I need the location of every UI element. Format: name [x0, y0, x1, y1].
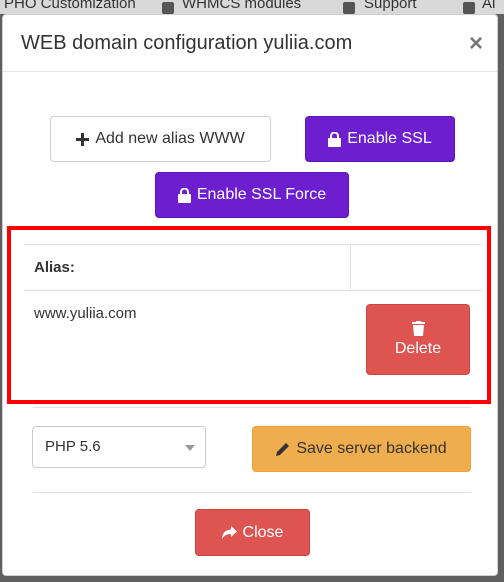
chevron-down-icon: [185, 445, 195, 451]
nav-item-customization[interactable]: PHO Customization: [4, 0, 136, 11]
add-alias-button[interactable]: Add new alias WWW: [50, 116, 271, 162]
add-alias-label: Add new alias WWW: [95, 130, 245, 147]
plus-icon: [76, 132, 90, 146]
lock-icon: [177, 187, 191, 203]
pencil-icon: [276, 443, 290, 456]
save-backend-label: Save server backend: [296, 440, 447, 457]
modal-title: WEB domain configuration yuliia.com: [21, 32, 353, 54]
support-icon: [343, 2, 355, 14]
highlight-box: [7, 226, 491, 404]
nav-item-support[interactable]: Support: [364, 0, 417, 11]
footer-divider: [33, 492, 471, 493]
page: PHO Customization WHMCS modules Support …: [0, 0, 504, 582]
enable-ssl-force-button[interactable]: Enable SSL Force: [155, 172, 349, 218]
php-version-select[interactable]: PHP 5.6: [32, 426, 206, 468]
module-icon: [162, 2, 174, 14]
close-icon[interactable]: ×: [469, 30, 483, 58]
nav-item-whmcs-modules[interactable]: WHMCS modules: [182, 0, 301, 11]
save-backend-button[interactable]: Save server backend: [252, 426, 471, 472]
enable-ssl-button[interactable]: Enable SSL: [305, 116, 455, 162]
modal-header: WEB domain configuration yuliia.com ×: [3, 15, 497, 72]
nav-item-more[interactable]: Al: [482, 0, 495, 11]
share-icon: [221, 526, 237, 539]
enable-ssl-label: Enable SSL: [347, 130, 432, 147]
lock-icon: [328, 131, 342, 147]
php-version-value: PHP 5.6: [45, 438, 101, 455]
enable-ssl-force-label: Enable SSL Force: [196, 186, 327, 203]
section-divider: [33, 407, 471, 408]
user-icon: [463, 2, 475, 14]
close-label: Close: [242, 523, 284, 541]
close-button[interactable]: Close: [195, 509, 310, 556]
background-navbar: PHO Customization WHMCS modules Support …: [0, 0, 504, 14]
